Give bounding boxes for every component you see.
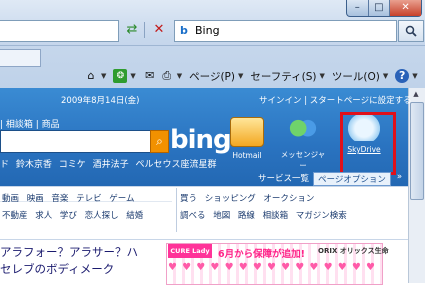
search-provider-label: Bing [195,24,220,37]
current-date: 2009年8月14日(金) [61,96,140,106]
hotmail-app-link[interactable]: Hotmail [224,117,270,160]
services-row2-left[interactable]: 不動産 求人 学び 恋人探し 結婚 [2,209,143,221]
header-bottom-tabs: サービス一覧 ページオプション » [258,172,402,186]
home-icon[interactable]: ⌂ [84,69,98,83]
toolbar-separator [144,22,145,38]
expand-arrow-icon[interactable]: » [397,172,402,186]
bing-provider-icon: b [180,24,188,37]
address-bar[interactable] [0,20,119,42]
messenger-label: メッセンジャー [280,150,326,170]
close-button[interactable]: ✕ [390,0,422,16]
hotmail-icon [230,117,264,147]
search-box[interactable]: b Bing [174,20,397,42]
tools-menu-dropdown[interactable]: ▼ [383,72,388,80]
mail-icon[interactable]: ✉ [143,69,157,83]
ad-headline: 6月から保障が追加! [218,249,305,260]
services-list-link[interactable]: サービス一覧 [258,172,309,186]
command-bar: ⌂ ▼ ❂ ▼ ✉ ⎙ ▼ ページ(P) ▼ セーフティ(S) ▼ ツール(O) ▼ ? ▼ [84,67,422,85]
headline-line-1: アラフォー？アラサー？ハ [0,245,138,259]
print-icon[interactable]: ⎙ [160,69,174,83]
skydrive-highlight-box [340,112,396,175]
stop-icon[interactable]: ✕ [151,22,167,38]
services-row1-left[interactable]: 動画 映画 音楽 テレビ ゲーム [2,192,135,204]
safety-menu-dropdown[interactable]: ▼ [320,72,325,80]
services-row1-right[interactable]: 買う ショッピング オークション [180,192,314,204]
messenger-icon [287,117,319,145]
bing-search-input[interactable] [0,130,152,153]
search-go-button[interactable] [398,20,424,42]
window-buttons: – □ ✕ [346,0,422,17]
home-dropdown[interactable]: ▼ [101,72,106,80]
browser-tab[interactable] [0,49,41,67]
feeds-icon[interactable]: ❂ [113,69,128,83]
services-row2-right[interactable]: 調べる 地図 路線 相談箱 マガジン検索 [180,209,347,221]
minimize-button[interactable]: – [347,0,369,16]
news-headline[interactable]: アラフォー？アラサー？ハ セレブのボディメーク [0,244,138,278]
trending-keywords[interactable]: ド 鈴木京香 コミケ 酒井法子 ペルセウス座流星群 [0,157,216,170]
ad-logo: CURE Lady [168,244,212,258]
bing-search-button[interactable]: ⌕ [150,130,169,153]
page-menu[interactable]: ページ(P) [189,69,235,84]
ad-hearts-decoration: ♥ ♥ ♥ ♥ ♥ ♥ ♥ ♥ ♥ ♥ ♥ ♥ ♥ ♥ ♥ [168,262,376,273]
signin-links[interactable]: サインイン | スタートページに設定する [259,94,412,106]
feeds-dropdown[interactable]: ▼ [130,72,135,80]
help-dropdown[interactable]: ▼ [412,72,417,80]
bing-logo: bing [170,125,232,155]
help-icon[interactable]: ? [395,69,410,83]
scrollbar-thumb[interactable] [410,102,424,200]
print-dropdown[interactable]: ▼ [177,72,182,80]
top-nav-links[interactable]: | 相談箱 | 商品 [0,117,60,130]
refresh-icon[interactable]: ⇄ [124,22,140,38]
page-menu-dropdown[interactable]: ▼ [238,72,243,80]
page-options-tab[interactable]: ページオプション [313,172,391,186]
headline-line-2: セレブのボディメーク [0,262,115,276]
maximize-button[interactable]: □ [369,0,391,16]
hotmail-label: Hotmail [232,151,262,160]
tab-strip-divider [0,45,425,46]
messenger-app-link[interactable]: メッセンジャー [278,117,328,171]
tools-menu[interactable]: ツール(O) [332,69,380,84]
ad-sponsor: ORIX オリックス生命 [318,247,389,255]
services-column-divider [176,188,177,232]
safety-menu[interactable]: セーフティ(S) [250,69,316,84]
search-icon [405,25,417,37]
